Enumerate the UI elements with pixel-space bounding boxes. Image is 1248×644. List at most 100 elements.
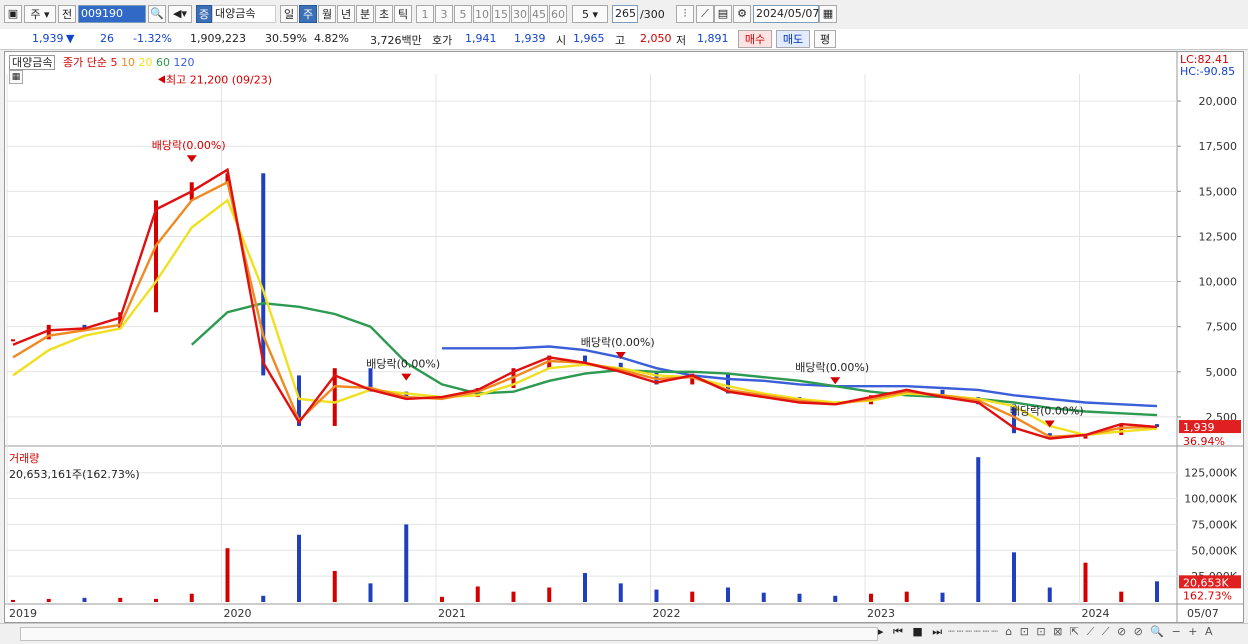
period-3-button[interactable]: 년 <box>337 5 355 23</box>
volume-bar <box>726 587 730 602</box>
volume-bar <box>440 596 444 602</box>
ma-legend: 5 10 20 60 120 <box>110 56 194 69</box>
interval-10-button[interactable]: 10 <box>473 5 491 23</box>
ma20-line <box>12 198 1158 437</box>
volume-legend: 거래량 20,653,161주(162.73%) <box>9 450 140 482</box>
turnover: 4.82% <box>314 32 349 45</box>
volume-bar <box>547 587 552 602</box>
annotation-label: 배당락(0.00%) <box>366 358 440 371</box>
interval-30-button[interactable]: 30 <box>511 5 529 23</box>
ma-20-legend: 20 <box>134 56 153 69</box>
stock-code-input[interactable]: 009190 <box>78 5 146 23</box>
volume-tick-label: 125,000K <box>1184 467 1237 480</box>
high-label: 고 <box>615 34 626 47</box>
price-tick-label: 7,500 <box>1206 321 1238 334</box>
volume: 1,909,223 <box>190 32 246 45</box>
volume-bar <box>297 534 301 602</box>
volume-bar <box>475 586 480 602</box>
count-total: /300 <box>640 8 665 21</box>
interval-45-button[interactable]: 45 <box>530 5 548 23</box>
bid-price: 1,939 <box>514 32 546 45</box>
last-price-label: 1,939 <box>1183 421 1215 434</box>
volume-bar <box>261 595 266 602</box>
annotation-label: 배당락(0.00%) <box>581 336 655 349</box>
calendar-icon[interactable]: ▦ <box>819 5 837 23</box>
line-tool-icon[interactable]: ⟋ <box>696 5 714 23</box>
price-tick-label: 5,000 <box>1206 366 1238 379</box>
date-input[interactable]: 2024/05/07 <box>753 5 819 23</box>
interval-60-button[interactable]: 60 <box>549 5 567 23</box>
sell-button[interactable]: 매도 <box>776 30 810 48</box>
down-arrow-icon: ▼ <box>66 32 75 45</box>
volume-bar <box>1119 591 1124 602</box>
period-0-button[interactable]: 일 <box>280 5 298 23</box>
eval-button[interactable]: 평 <box>814 30 836 48</box>
high-price: 2,050 <box>640 32 672 45</box>
annotation-marker <box>158 75 165 84</box>
price-tick-label: 12,500 <box>1199 230 1238 243</box>
annotation-marker <box>401 373 412 381</box>
grid-toggle-icon[interactable]: ▦ <box>9 70 23 84</box>
chart-type-select[interactable]: 주 ▾ <box>24 5 56 23</box>
volume-bar <box>1047 587 1052 602</box>
ma-10-legend: 10 <box>117 56 135 69</box>
volume-bar <box>225 548 230 602</box>
toolbar: ▣ 주 ▾ 전 009190 🔍 ◀▾ 증 대양금속 일주월년분초틱 1 3 5 10… <box>0 0 1248 30</box>
price-candle <box>261 173 266 376</box>
volume-bar <box>154 598 158 602</box>
interval-15-button[interactable]: 15 <box>492 5 510 23</box>
period-6-button[interactable]: 틱 <box>394 5 412 23</box>
price-tick-label: 15,000 <box>1199 185 1238 198</box>
chart-panel[interactable]: 20,000 17,500 15,000 12,500 10,000 7,500 5,000… <box>4 51 1244 623</box>
volume-bar <box>976 457 981 602</box>
period-4-button[interactable]: 분 <box>356 5 374 23</box>
open-price: 1,965 <box>573 32 605 45</box>
annotation-label: 배당락(0.00%) <box>152 139 226 152</box>
price-change: 26 <box>100 32 114 45</box>
volume-bar <box>189 593 194 602</box>
scrollbar[interactable] <box>20 627 878 641</box>
nav-controls[interactable]: ▸ ⏮ ■ ⏭ <box>878 625 945 639</box>
annotation-marker <box>830 377 841 385</box>
volume-bar <box>46 598 51 602</box>
price-candle <box>11 339 15 342</box>
annotation-label: 배당락(0.00%) <box>795 361 869 374</box>
ma-120-legend: 120 <box>169 56 195 69</box>
candle-icon[interactable]: ⫶ <box>676 5 694 23</box>
prev-button[interactable]: 전 <box>58 5 76 23</box>
low-price: 1,891 <box>697 32 729 45</box>
ask-price: 1,941 <box>465 32 497 45</box>
volume-bar <box>82 597 87 602</box>
volume-bar <box>654 589 659 602</box>
interval-value-select[interactable]: 5 ▾ <box>572 5 608 23</box>
volume-bar <box>833 595 838 602</box>
zoom-tools[interactable]: ┈┈┈┈┈┈ ⌂ ⊡ ⊡ ⊠ ⇱ ⟋ ⟋ ⊘ ⊘ 🔍 − + A <box>948 625 1215 639</box>
price-tick-label: 20,000 <box>1199 95 1238 108</box>
interval-5-button[interactable]: 5 <box>454 5 472 23</box>
x-tick-label-last: 05/07 <box>1187 607 1219 620</box>
period-1-button[interactable]: 주 <box>299 5 317 23</box>
gear-icon[interactable]: ⚙ <box>733 5 751 23</box>
count-input[interactable]: 265 <box>612 5 638 23</box>
low-label: 저 <box>676 34 687 47</box>
search-icon[interactable]: 🔍 <box>148 5 166 23</box>
window-icon[interactable]: ▣ <box>4 5 22 23</box>
hc-label: HC:-90.85 <box>1180 65 1236 78</box>
ma-60-legend: 60 <box>152 56 170 69</box>
volume-bar <box>368 583 373 602</box>
period-5-button[interactable]: 초 <box>375 5 393 23</box>
interval-3-button[interactable]: 3 <box>435 5 453 23</box>
volume-ratio: 30.59% <box>265 32 307 45</box>
speaker-icon[interactable]: ◀▾ <box>168 5 192 23</box>
bottom-bar: ▸ ⏮ ■ ⏭ ┈┈┈┈┈┈ ⌂ ⊡ ⊡ ⊠ ⇱ ⟋ ⟋ ⊘ ⊘ 🔍 − + A <box>0 623 1248 644</box>
save-icon[interactable]: ▤ <box>714 5 732 23</box>
x-tick-label: 2023 <box>867 607 895 620</box>
x-tick-label: 2021 <box>438 607 466 620</box>
interval-1-button[interactable]: 1 <box>416 5 434 23</box>
volume-bar <box>904 591 909 602</box>
period-2-button[interactable]: 월 <box>318 5 336 23</box>
volume-bar <box>511 591 516 602</box>
hoga-label: 호가 <box>432 34 453 47</box>
change-pct: -1.32% <box>133 32 172 45</box>
buy-button[interactable]: 매수 <box>738 30 772 48</box>
